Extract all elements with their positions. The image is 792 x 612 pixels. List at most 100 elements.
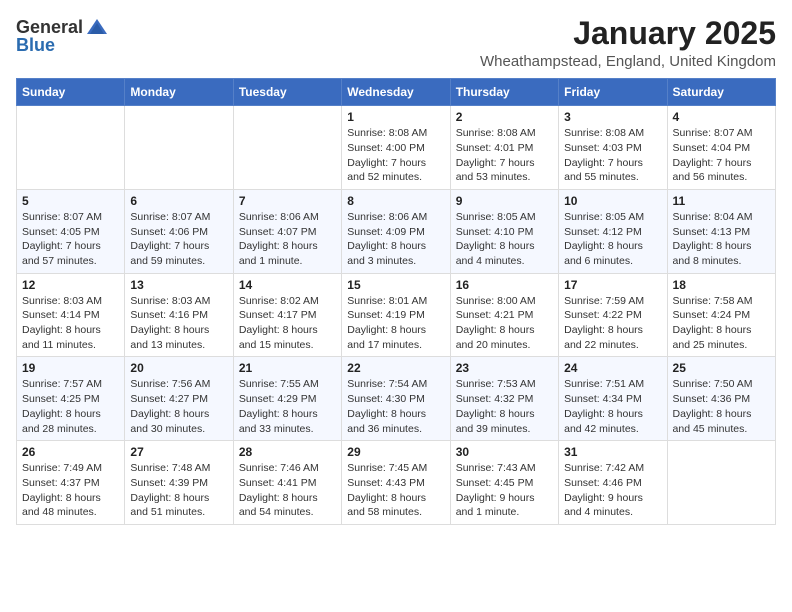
day-number: 12	[22, 278, 119, 292]
calendar-cell: 16 Sunrise: 8:00 AM Sunset: 4:21 PM Dayli…	[450, 273, 558, 357]
day-info: Sunrise: 7:42 AM Sunset: 4:46 PM Dayligh…	[564, 461, 661, 520]
weekday-header-saturday: Saturday	[667, 79, 775, 106]
day-info: Sunrise: 8:06 AM Sunset: 4:07 PM Dayligh…	[239, 210, 336, 269]
day-info: Sunrise: 7:51 AM Sunset: 4:34 PM Dayligh…	[564, 377, 661, 436]
day-number: 29	[347, 445, 444, 459]
day-info: Sunrise: 8:00 AM Sunset: 4:21 PM Dayligh…	[456, 294, 553, 353]
day-number: 16	[456, 278, 553, 292]
day-info: Sunrise: 8:05 AM Sunset: 4:10 PM Dayligh…	[456, 210, 553, 269]
calendar-cell: 9 Sunrise: 8:05 AM Sunset: 4:10 PM Daylig…	[450, 189, 558, 273]
calendar-cell: 5Sunrise: 8:07 AM Sunset: 4:05 PM Daylig…	[17, 189, 125, 273]
day-info: Sunrise: 7:49 AM Sunset: 4:37 PM Dayligh…	[22, 461, 119, 520]
day-number: 27	[130, 445, 227, 459]
calendar-cell: 27 Sunrise: 7:48 AM Sunset: 4:39 PM Dayli…	[125, 441, 233, 525]
day-info: Sunrise: 8:04 AM Sunset: 4:13 PM Dayligh…	[673, 210, 770, 269]
day-info: Sunrise: 7:58 AM Sunset: 4:24 PM Dayligh…	[673, 294, 770, 353]
calendar-cell	[17, 106, 125, 190]
calendar-cell: 26 Sunrise: 7:49 AM Sunset: 4:37 PM Dayli…	[17, 441, 125, 525]
day-info: Sunrise: 7:45 AM Sunset: 4:43 PM Dayligh…	[347, 461, 444, 520]
day-info: Sunrise: 8:03 AM Sunset: 4:14 PM Dayligh…	[22, 294, 119, 353]
day-number: 18	[673, 278, 770, 292]
weekday-header-wednesday: Wednesday	[342, 79, 450, 106]
calendar-table: SundayMondayTuesdayWednesdayThursdayFrid…	[16, 78, 776, 525]
day-info: Sunrise: 7:56 AM Sunset: 4:27 PM Dayligh…	[130, 377, 227, 436]
day-info: Sunrise: 8:03 AM Sunset: 4:16 PM Dayligh…	[130, 294, 227, 353]
day-number: 3	[564, 110, 661, 124]
day-number: 31	[564, 445, 661, 459]
weekday-header-sunday: Sunday	[17, 79, 125, 106]
calendar-cell: 25 Sunrise: 7:50 AM Sunset: 4:36 PM Dayli…	[667, 357, 775, 441]
day-info: Sunrise: 8:07 AM Sunset: 4:05 PM Dayligh…	[22, 210, 119, 269]
logo-icon	[85, 16, 109, 40]
day-info: Sunrise: 8:01 AM Sunset: 4:19 PM Dayligh…	[347, 294, 444, 353]
day-number: 17	[564, 278, 661, 292]
weekday-header-tuesday: Tuesday	[233, 79, 341, 106]
page-header: General Blue January 2025 Wheathampstead…	[16, 16, 776, 70]
day-info: Sunrise: 7:57 AM Sunset: 4:25 PM Dayligh…	[22, 377, 119, 436]
calendar-cell: 23 Sunrise: 7:53 AM Sunset: 4:32 PM Dayli…	[450, 357, 558, 441]
calendar-cell: 14Sunrise: 8:02 AM Sunset: 4:17 PM Dayli…	[233, 273, 341, 357]
calendar-cell	[233, 106, 341, 190]
calendar-cell: 20 Sunrise: 7:56 AM Sunset: 4:27 PM Dayli…	[125, 357, 233, 441]
day-number: 30	[456, 445, 553, 459]
calendar-cell: 2 Sunrise: 8:08 AM Sunset: 4:01 PM Daylig…	[450, 106, 558, 190]
day-number: 19	[22, 361, 119, 375]
day-number: 14	[239, 278, 336, 292]
day-number: 11	[673, 194, 770, 208]
calendar-cell: 18 Sunrise: 7:58 AM Sunset: 4:24 PM Dayli…	[667, 273, 775, 357]
day-info: Sunrise: 7:54 AM Sunset: 4:30 PM Dayligh…	[347, 377, 444, 436]
calendar-cell: 31 Sunrise: 7:42 AM Sunset: 4:46 PM Dayli…	[559, 441, 667, 525]
weekday-header-thursday: Thursday	[450, 79, 558, 106]
day-number: 13	[130, 278, 227, 292]
calendar-cell: 7 Sunrise: 8:06 AM Sunset: 4:07 PM Daylig…	[233, 189, 341, 273]
calendar-cell: 29 Sunrise: 7:45 AM Sunset: 4:43 PM Dayli…	[342, 441, 450, 525]
calendar-cell: 4 Sunrise: 8:07 AM Sunset: 4:04 PM Daylig…	[667, 106, 775, 190]
day-info: Sunrise: 8:06 AM Sunset: 4:09 PM Dayligh…	[347, 210, 444, 269]
day-number: 10	[564, 194, 661, 208]
calendar-cell: 28 Sunrise: 7:46 AM Sunset: 4:41 PM Dayli…	[233, 441, 341, 525]
calendar-cell: 12 Sunrise: 8:03 AM Sunset: 4:14 PM Dayli…	[17, 273, 125, 357]
calendar-week-row: 12 Sunrise: 8:03 AM Sunset: 4:14 PM Dayli…	[17, 273, 776, 357]
day-info: Sunrise: 7:43 AM Sunset: 4:45 PM Dayligh…	[456, 461, 553, 520]
weekday-header-friday: Friday	[559, 79, 667, 106]
day-number: 25	[673, 361, 770, 375]
calendar-cell: 8 Sunrise: 8:06 AM Sunset: 4:09 PM Daylig…	[342, 189, 450, 273]
calendar-cell: 1 Sunrise: 8:08 AM Sunset: 4:00 PM Daylig…	[342, 106, 450, 190]
day-number: 20	[130, 361, 227, 375]
weekday-header-monday: Monday	[125, 79, 233, 106]
day-number: 2	[456, 110, 553, 124]
weekday-header-row: SundayMondayTuesdayWednesdayThursdayFrid…	[17, 79, 776, 106]
day-number: 22	[347, 361, 444, 375]
day-info: Sunrise: 7:55 AM Sunset: 4:29 PM Dayligh…	[239, 377, 336, 436]
day-number: 28	[239, 445, 336, 459]
day-number: 9	[456, 194, 553, 208]
day-info: Sunrise: 8:07 AM Sunset: 4:04 PM Dayligh…	[673, 126, 770, 185]
day-number: 15	[347, 278, 444, 292]
title-area: January 2025 Wheathampstead, England, Un…	[480, 16, 776, 70]
day-info: Sunrise: 7:53 AM Sunset: 4:32 PM Dayligh…	[456, 377, 553, 436]
day-info: Sunrise: 7:50 AM Sunset: 4:36 PM Dayligh…	[673, 377, 770, 436]
day-number: 6	[130, 194, 227, 208]
calendar-week-row: 5Sunrise: 8:07 AM Sunset: 4:05 PM Daylig…	[17, 189, 776, 273]
day-info: Sunrise: 8:05 AM Sunset: 4:12 PM Dayligh…	[564, 210, 661, 269]
day-info: Sunrise: 7:48 AM Sunset: 4:39 PM Dayligh…	[130, 461, 227, 520]
day-number: 1	[347, 110, 444, 124]
day-number: 26	[22, 445, 119, 459]
day-number: 4	[673, 110, 770, 124]
calendar-week-row: 1 Sunrise: 8:08 AM Sunset: 4:00 PM Daylig…	[17, 106, 776, 190]
day-info: Sunrise: 7:59 AM Sunset: 4:22 PM Dayligh…	[564, 294, 661, 353]
logo: General Blue	[16, 16, 109, 56]
calendar-cell: 17 Sunrise: 7:59 AM Sunset: 4:22 PM Dayli…	[559, 273, 667, 357]
day-number: 8	[347, 194, 444, 208]
calendar-cell: 3 Sunrise: 8:08 AM Sunset: 4:03 PM Daylig…	[559, 106, 667, 190]
day-info: Sunrise: 8:08 AM Sunset: 4:03 PM Dayligh…	[564, 126, 661, 185]
day-number: 7	[239, 194, 336, 208]
day-info: Sunrise: 8:08 AM Sunset: 4:00 PM Dayligh…	[347, 126, 444, 185]
day-info: Sunrise: 8:08 AM Sunset: 4:01 PM Dayligh…	[456, 126, 553, 185]
calendar-cell: 11 Sunrise: 8:04 AM Sunset: 4:13 PM Dayli…	[667, 189, 775, 273]
calendar-cell: 22 Sunrise: 7:54 AM Sunset: 4:30 PM Dayli…	[342, 357, 450, 441]
day-info: Sunrise: 7:46 AM Sunset: 4:41 PM Dayligh…	[239, 461, 336, 520]
calendar-cell: 21 Sunrise: 7:55 AM Sunset: 4:29 PM Dayli…	[233, 357, 341, 441]
day-number: 23	[456, 361, 553, 375]
day-number: 21	[239, 361, 336, 375]
